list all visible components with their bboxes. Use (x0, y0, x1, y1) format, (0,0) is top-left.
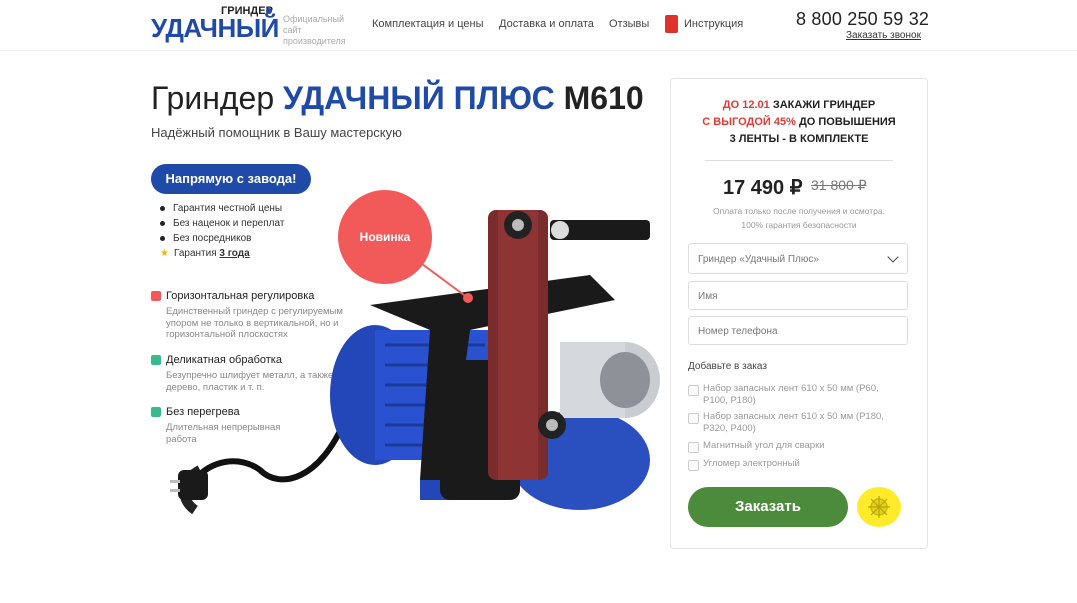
logo-main: УДАЧНЫЙ (151, 13, 279, 43)
checkbox[interactable] (688, 460, 699, 471)
check-icon (151, 291, 161, 301)
name-field[interactable]: Имя (688, 281, 908, 310)
addons-title: Добавьте в заказ (688, 361, 767, 372)
model-select-value: Гриндер «Удачный Плюс» (698, 254, 819, 265)
title-highlight: УДАЧНЫЙ ПЛЮС (283, 80, 555, 116)
nav-item-equipment[interactable]: Комплектация и цены (372, 18, 483, 30)
chevron-down-icon (887, 251, 899, 263)
gift-icon[interactable] (857, 487, 901, 527)
order-card: ДО 12.01 ЗАКАЖИ ГРИНДЕР С ВЫГОДОЙ 45% ДО… (670, 78, 928, 549)
checkbox[interactable] (688, 385, 699, 396)
payment-note: Оплата только после получения и осмотра.… (713, 206, 885, 230)
bullet-icon (160, 235, 165, 241)
logo[interactable]: ГРИНДЕР УДАЧНЫЙ (151, 5, 279, 43)
checkbox[interactable] (688, 442, 699, 453)
order-button[interactable]: Заказать (688, 487, 848, 527)
new-badge: Новинка (338, 190, 432, 284)
site-header: ГРИНДЕР УДАЧНЫЙ Официальный сайт произво… (0, 0, 1077, 51)
current-price: 17 490 ₽ (723, 177, 803, 199)
title-model: M610 (563, 80, 644, 116)
nav-item-reviews[interactable]: Отзывы (609, 18, 649, 30)
promo-text: ДО 12.01 ЗАКАЖИ ГРИНДЕР С ВЫГОДОЙ 45% ДО… (702, 99, 896, 145)
header-phone[interactable]: 8 800 250 59 32 (796, 9, 929, 30)
site-note: Официальный сайт производителя (283, 14, 346, 46)
check-icon (151, 355, 161, 365)
nav-item-manual[interactable]: Инструкция (684, 18, 743, 30)
checkbox[interactable] (688, 413, 699, 424)
gift-symbol-icon (868, 496, 890, 518)
star-icon: ★ (160, 248, 169, 259)
page-title: Гриндер УДАЧНЫЙ ПЛЮС M610 (151, 80, 644, 117)
title-prefix: Гриндер (151, 80, 275, 116)
bullet-icon (160, 205, 165, 211)
page-subtitle: Надёжный помощник в Вашу мастерскую (151, 125, 402, 140)
nav-item-delivery[interactable]: Доставка и оплата (499, 18, 594, 30)
callback-link[interactable]: Заказать звонок (846, 30, 921, 41)
divider (705, 160, 893, 161)
bullet-icon (160, 220, 165, 226)
phone-field[interactable]: Номер телефона (688, 316, 908, 345)
model-select[interactable]: Гриндер «Удачный Плюс» (688, 243, 908, 274)
pdf-icon (665, 15, 678, 33)
old-price: 31 800 ₽ (811, 177, 867, 193)
check-icon (151, 407, 161, 417)
